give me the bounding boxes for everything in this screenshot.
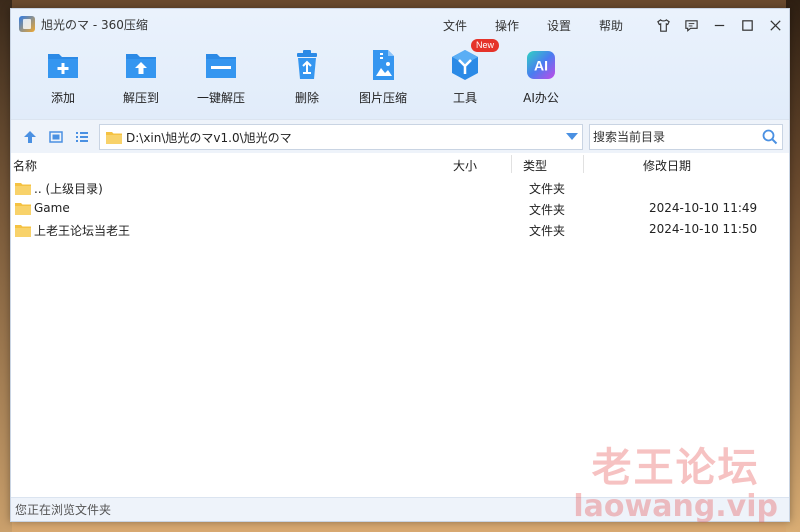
add-label: 添加 — [50, 91, 75, 105]
search-icon — [762, 129, 778, 145]
menu-bar: 文件 操作 设置 帮助 — [443, 17, 651, 34]
item-type: 文件夹 — [529, 224, 566, 238]
feedback-button[interactable] — [677, 13, 705, 37]
image-compress-button[interactable]: 图片压缩 — [359, 47, 407, 106]
maximize-icon — [741, 19, 753, 31]
menu-operate[interactable]: 操作 — [495, 17, 547, 34]
tools-button[interactable]: New 工具 — [447, 39, 499, 106]
column-modified[interactable]: 修改日期 — [643, 157, 691, 174]
column-separator[interactable] — [511, 155, 512, 173]
search-input[interactable] — [590, 126, 758, 148]
chevron-down-icon — [566, 133, 578, 140]
close-icon — [769, 19, 781, 31]
delete-label: 删除 — [294, 91, 319, 105]
add-folder-icon — [45, 47, 81, 83]
search-box — [589, 124, 783, 150]
folder-icon — [15, 225, 31, 237]
minimize-icon — [714, 24, 724, 26]
column-separator[interactable] — [583, 155, 584, 173]
image-compress-label: 图片压缩 — [359, 91, 408, 105]
one-click-extract-label: 一键解压 — [197, 91, 246, 105]
item-modified: 2024-10-10 11:49 — [649, 201, 758, 215]
item-type: 文件夹 — [529, 203, 566, 217]
column-size[interactable]: 大小 — [453, 157, 477, 174]
status-text: 您正在浏览文件夹 — [15, 503, 112, 517]
item-modified: 2024-10-10 11:50 — [649, 222, 758, 236]
address-bar: D:\xin\旭光のマv1.0\旭光のマ — [11, 119, 789, 153]
app-logo-icon — [19, 16, 35, 32]
folder-icon — [15, 202, 31, 215]
list-header: 名称 大小 类型 修改日期 — [11, 153, 789, 175]
list-view-button[interactable] — [69, 125, 95, 149]
menu-settings[interactable]: 设置 — [547, 17, 599, 34]
extract-to-label: 解压到 — [123, 91, 160, 105]
tools-label: 工具 — [452, 91, 477, 105]
path-text: D:\xin\旭光のマv1.0\旭光のマ — [126, 130, 292, 145]
delete-button[interactable]: 删除 — [289, 47, 325, 106]
status-bar: 您正在浏览文件夹 — [11, 497, 789, 521]
shirt-icon — [656, 18, 670, 32]
list-item[interactable]: 上老王论坛当老王 文件夹 2024-10-10 11:50 — [11, 219, 789, 240]
one-click-extract-button[interactable]: 一键解压 — [197, 47, 245, 106]
ai-office-label: AI办公 — [523, 91, 559, 105]
item-name-cell: .. (上级目录) — [15, 180, 103, 197]
new-badge: New — [470, 39, 499, 52]
item-name: .. (上级目录) — [34, 182, 103, 196]
path-dropdown-button[interactable] — [562, 133, 582, 141]
ai-icon: AI — [523, 47, 559, 83]
path-field[interactable]: D:\xin\旭光のマv1.0\旭光のマ — [99, 124, 583, 150]
ai-office-button[interactable]: AI AI办公 — [523, 47, 559, 106]
maximize-button[interactable] — [733, 13, 761, 37]
list-item[interactable]: Game 文件夹 2024-10-10 11:49 — [11, 198, 789, 219]
extract-to-button[interactable]: 解压到 — [123, 47, 159, 106]
item-name: Game — [34, 201, 70, 215]
item-type: 文件夹 — [529, 182, 566, 196]
app-window: 旭光のマ - 360压缩 文件 操作 设置 帮助 添加 解压到 一键解压 删除 … — [10, 8, 790, 522]
add-button[interactable]: 添加 — [45, 47, 81, 106]
folder-icon — [15, 183, 31, 195]
window-controls — [649, 13, 789, 37]
column-name[interactable]: 名称 — [13, 157, 37, 174]
minimize-button[interactable] — [705, 13, 733, 37]
item-name: 上老王论坛当老王 — [34, 224, 131, 238]
thumbnail-view-icon — [49, 130, 63, 143]
thumbnail-view-button[interactable] — [43, 125, 69, 149]
tools-cube-icon: New — [447, 39, 499, 83]
menu-help[interactable]: 帮助 — [599, 17, 651, 34]
close-button[interactable] — [761, 13, 789, 37]
one-click-folder-icon — [203, 47, 239, 83]
list-view-icon — [76, 131, 88, 142]
column-type[interactable]: 类型 — [523, 157, 547, 174]
menu-file[interactable]: 文件 — [443, 17, 495, 34]
image-file-icon — [365, 47, 401, 83]
recycle-bin-icon — [289, 47, 325, 83]
file-list: .. (上级目录) 文件夹 Game 文件夹 2024-10-10 11:49 … — [11, 175, 789, 497]
header-area: 旭光のマ - 360压缩 文件 操作 设置 帮助 添加 解压到 一键解压 删除 … — [11, 9, 789, 119]
list-item[interactable]: .. (上级目录) 文件夹 — [11, 177, 789, 198]
item-name-cell: Game — [15, 201, 70, 215]
search-button[interactable] — [758, 129, 782, 145]
skin-button[interactable] — [649, 13, 677, 37]
window-title: 旭光のマ - 360压缩 — [41, 17, 148, 32]
ai-icon-text: AI — [534, 58, 548, 74]
arrow-up-icon — [24, 130, 36, 143]
folder-icon — [106, 131, 122, 144]
extract-folder-icon — [123, 47, 159, 83]
up-level-button[interactable] — [17, 125, 43, 149]
message-icon — [684, 19, 698, 32]
item-name-cell: 上老王论坛当老王 — [15, 222, 130, 239]
